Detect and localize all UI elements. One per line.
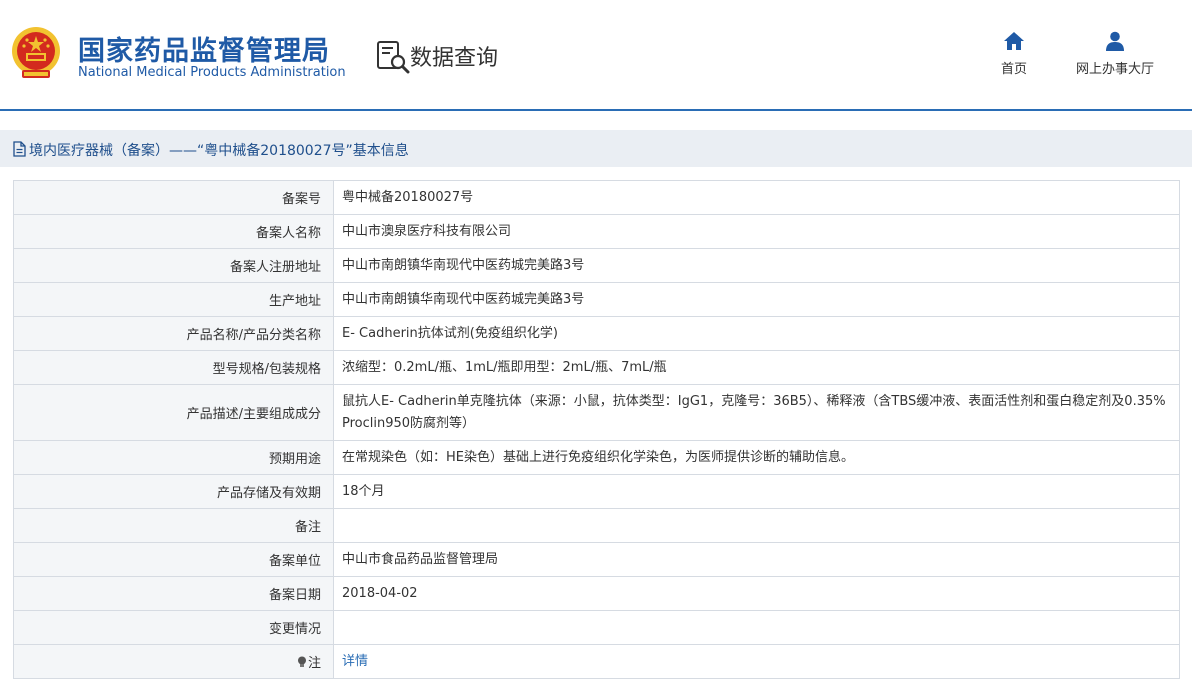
table-row: 备案人注册地址 中山市南朗镇华南现代中医药城完美路3号: [13, 248, 1180, 283]
field-label: 型号规格/包装规格: [13, 350, 334, 385]
field-label: 备案单位: [13, 542, 334, 577]
device-info-table: 备案号 粤中械备20180027号 备案人名称 中山市澳泉医疗科技有限公司 备案…: [13, 180, 1180, 679]
record-title: 境内医疗器械（备案）——“粤中械备20180027号”基本信息: [29, 143, 409, 159]
header-divider: [0, 109, 1192, 111]
field-value: 浓缩型：0.2mL/瓶、1mL/瓶即用型：2mL/瓶、7mL/瓶: [333, 350, 1180, 385]
nav-home[interactable]: 首页: [994, 30, 1034, 77]
note-value-cell: 详情: [333, 644, 1180, 679]
site-header: 国家药品监督管理局 National Medical Products Admi…: [0, 0, 1192, 110]
field-value: 中山市南朗镇华南现代中医药城完美路3号: [333, 282, 1180, 317]
field-value: 中山市食品药品监督管理局: [333, 542, 1180, 577]
national-emblem-icon: [12, 27, 60, 78]
table-row: 生产地址 中山市南朗镇华南现代中医药城完美路3号: [13, 282, 1180, 317]
field-value: [333, 610, 1180, 645]
table-row: 注 详情: [13, 644, 1180, 679]
field-label: 变更情况: [13, 610, 334, 645]
field-value: 18个月: [333, 474, 1180, 509]
table-row: 型号规格/包装规格 浓缩型：0.2mL/瓶、1mL/瓶即用型：2mL/瓶、7mL…: [13, 350, 1180, 385]
field-label: 生产地址: [13, 282, 334, 317]
record-title-bar: 境内医疗器械（备案）——“粤中械备20180027号”基本信息: [0, 130, 1192, 167]
user-icon: [1106, 31, 1124, 51]
lightbulb-icon: [297, 656, 306, 667]
details-link[interactable]: 详情: [342, 654, 368, 669]
table-row: 备案人名称 中山市澳泉医疗科技有限公司: [13, 214, 1180, 249]
table-row: 产品名称/产品分类名称 E- Cadherin抗体试剂(免疫组织化学): [13, 316, 1180, 351]
field-label: 备注: [13, 508, 334, 543]
field-value: E- Cadherin抗体试剂(免疫组织化学): [333, 316, 1180, 351]
field-value: [333, 508, 1180, 543]
field-label: 预期用途: [13, 440, 334, 475]
field-value: 粤中械备20180027号: [333, 180, 1180, 215]
nav-home-label: 首页: [1000, 62, 1027, 77]
table-row: 备案单位 中山市食品药品监督管理局: [13, 542, 1180, 577]
field-value: 中山市南朗镇华南现代中医药城完美路3号: [333, 248, 1180, 283]
field-value: 中山市澳泉医疗科技有限公司: [333, 214, 1180, 249]
field-label: 备案人注册地址: [13, 248, 334, 283]
field-label: 注: [307, 656, 321, 671]
field-label: 备案号: [13, 180, 334, 215]
field-label: 备案人名称: [13, 214, 334, 249]
table-row: 产品描述/主要组成成分 鼠抗人E- Cadherin单克隆抗体（来源：小鼠，抗体…: [13, 384, 1180, 441]
nav-online-service-hall[interactable]: 网上办事大厅: [1068, 30, 1162, 77]
table-row: 备案日期 2018-04-02: [13, 576, 1180, 611]
note-label-cell: 注: [13, 644, 334, 679]
field-label: 产品名称/产品分类名称: [13, 316, 334, 351]
brand-title-en[interactable]: National Medical Products Administration: [78, 65, 346, 80]
field-label: 备案日期: [13, 576, 334, 611]
table-row: 预期用途 在常规染色（如：HE染色）基础上进行免疫组织化学染色，为医师提供诊断的…: [13, 440, 1180, 475]
nav-online-service-hall-label: 网上办事大厅: [1075, 62, 1154, 77]
brand-title-cn[interactable]: 国家药品监督管理局: [78, 29, 330, 68]
table-row: 产品存储及有效期 18个月: [13, 474, 1180, 509]
data-query-title: 数据查询: [410, 46, 499, 71]
table-row: 备案号 粤中械备20180027号: [13, 180, 1180, 215]
field-label: 产品描述/主要组成成分: [13, 384, 334, 441]
field-value: 鼠抗人E- Cadherin单克隆抗体（来源：小鼠，抗体类型：IgG1，克隆号：…: [333, 384, 1180, 441]
document-icon: [13, 141, 26, 157]
field-value: 在常规染色（如：HE染色）基础上进行免疫组织化学染色，为医师提供诊断的辅助信息。: [333, 440, 1180, 475]
table-row: 备注: [13, 508, 1180, 543]
home-icon: [1004, 32, 1024, 50]
field-label: 产品存储及有效期: [13, 474, 334, 509]
data-query-icon: [377, 41, 410, 74]
table-row: 变更情况: [13, 610, 1180, 645]
field-value: 2018-04-02: [333, 576, 1180, 611]
